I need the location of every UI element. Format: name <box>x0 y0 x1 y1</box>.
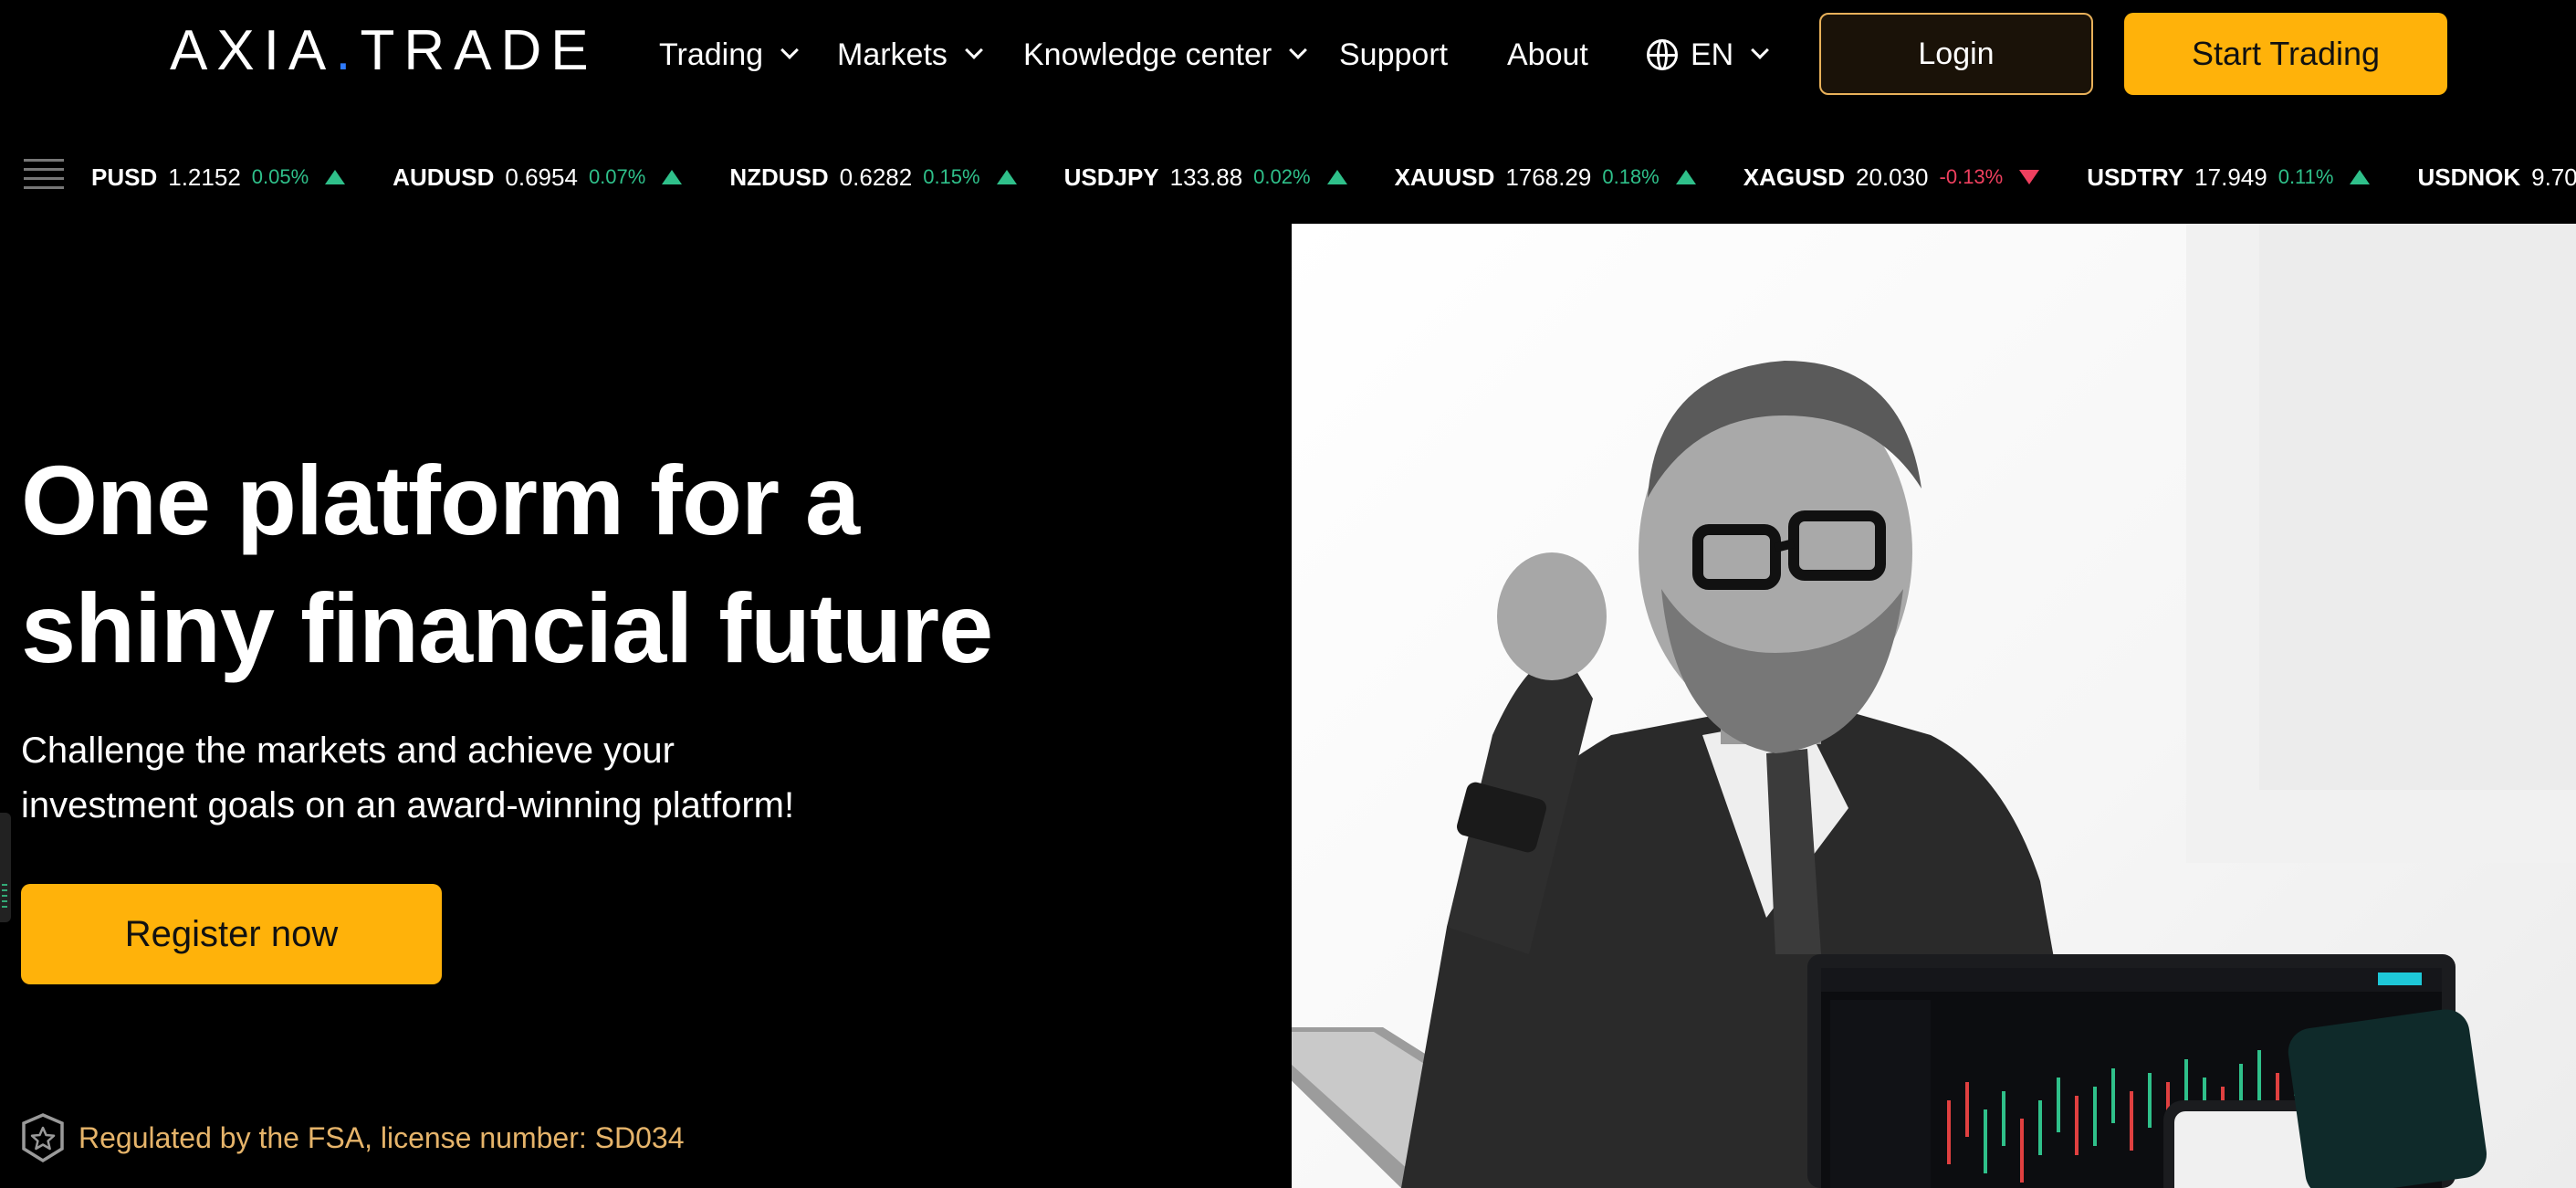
axia-trade-logo[interactable]: AXIA. TRADE <box>170 19 598 82</box>
nav-markets-label: Markets <box>837 37 948 72</box>
nav-markets[interactable]: Markets <box>837 27 983 82</box>
ticker-change: 0.07% <box>588 165 646 188</box>
ticker-symbol: USDNOK <box>2417 163 2521 191</box>
ticker-symbol: PUSD <box>91 163 158 191</box>
logo-text-part2: TRADE <box>360 19 598 82</box>
hero-subtitle: Challenge the markets and achieve your i… <box>21 723 934 833</box>
ticker-symbol: USDJPY <box>1063 163 1159 191</box>
regulation-notice: Regulated by the FSA, license number: SD… <box>20 1110 684 1165</box>
nav-trading[interactable]: Trading <box>659 27 799 82</box>
triangle-up-icon <box>996 170 1017 184</box>
logo-dot: . <box>335 19 361 82</box>
chevron-down-icon <box>1751 41 1770 59</box>
chevron-down-icon <box>1289 41 1308 59</box>
register-now-button[interactable]: Register now <box>21 884 442 984</box>
ticker-price: 0.6282 <box>839 163 913 191</box>
ticker-symbol: XAGUSD <box>1743 163 1845 191</box>
ticker-item[interactable]: USDJPY 133.88 0.02% <box>1064 163 1347 192</box>
regulation-text: Regulated by the FSA, license number: SD… <box>79 1120 685 1154</box>
ticker-price: 20.030 <box>1855 163 1929 191</box>
ticker-price: 1.2152 <box>168 163 241 191</box>
nav-trading-label: Trading <box>659 37 764 72</box>
chevron-down-icon <box>965 41 983 59</box>
language-selector[interactable]: EN <box>1647 27 1770 82</box>
ticker-item[interactable]: PUSD 1.2152 0.05% <box>91 163 346 192</box>
nav-support-label: Support <box>1339 37 1449 72</box>
hero-title-line1: One platform for a <box>21 445 860 555</box>
ticker-item[interactable]: XAGUSD 20.030 -0.13% <box>1744 163 2040 192</box>
ticker-item[interactable]: AUDUSD 0.6954 0.07% <box>393 163 683 192</box>
side-widget-tab[interactable] <box>0 813 11 922</box>
ticker-symbol: NZDUSD <box>729 163 829 191</box>
ticker-change: 0.05% <box>251 165 309 188</box>
ticker-change: 0.15% <box>923 165 980 188</box>
ticker-price: 0.6954 <box>505 163 578 191</box>
ticker-symbol: XAUUSD <box>1394 163 1495 191</box>
login-button[interactable]: Login <box>1819 13 2093 95</box>
shield-star-icon <box>22 1113 64 1163</box>
site-header: AXIA. TRADE Trading Markets Knowledge cen… <box>0 0 2576 110</box>
triangle-up-icon <box>662 170 683 184</box>
ticker-price: 9.7087 <box>2531 163 2576 191</box>
ticker-change: 0.11% <box>2278 165 2334 188</box>
triangle-down-icon <box>2019 170 2040 184</box>
nav-about[interactable]: About <box>1507 27 1588 82</box>
chevron-down-icon <box>780 41 799 59</box>
hero-title-line2: shiny financial future <box>21 573 993 683</box>
logo-text-part1: AXIA <box>170 19 336 82</box>
ticker-track: PUSD 1.2152 0.05% AUDUSD 0.6954 0.07% NZ… <box>91 137 2576 217</box>
menu-icon[interactable] <box>24 155 64 195</box>
price-ticker: PUSD 1.2152 0.05% AUDUSD 0.6954 0.07% NZ… <box>0 137 2576 217</box>
nav-about-label: About <box>1507 37 1588 72</box>
triangle-up-icon <box>2350 170 2371 184</box>
hero-illustration <box>1292 224 2576 1188</box>
ticker-change: -0.13% <box>1939 165 2004 188</box>
hero-subtitle-line2: investment goals on an award-winning pla… <box>21 785 795 825</box>
ticker-item[interactable]: NZDUSD 0.6282 0.15% <box>729 163 1017 192</box>
nav-knowledge-center[interactable]: Knowledge center <box>1023 27 1308 82</box>
nav-support[interactable]: Support <box>1339 27 1448 82</box>
language-label: EN <box>1691 37 1734 72</box>
globe-icon <box>1647 39 1678 70</box>
ticker-item[interactable]: USDNOK 9.7087 <box>2417 163 2576 192</box>
ticker-symbol: AUDUSD <box>393 163 495 191</box>
ticker-item[interactable]: USDTRY 17.949 0.11% <box>2087 163 2371 192</box>
ticker-item[interactable]: XAUUSD 1768.29 0.18% <box>1395 163 1696 192</box>
hero-subtitle-line1: Challenge the markets and achieve your <box>21 731 675 771</box>
ticker-price: 17.949 <box>2194 163 2267 191</box>
triangle-up-icon <box>1675 170 1696 184</box>
triangle-up-icon <box>1326 170 1347 184</box>
ticker-symbol: USDTRY <box>2087 163 2184 191</box>
hero-image <box>1292 224 2576 1188</box>
ticker-price: 1768.29 <box>1505 163 1592 191</box>
hero-title: One platform for a shiny financial futur… <box>21 436 1208 692</box>
ticker-change: 0.18% <box>1602 165 1660 188</box>
ticker-change: 0.02% <box>1253 165 1311 188</box>
nav-knowledge-center-label: Knowledge center <box>1023 37 1272 72</box>
triangle-up-icon <box>325 170 346 184</box>
ticker-price: 133.88 <box>1169 163 1243 191</box>
start-trading-button[interactable]: Start Trading <box>2124 13 2447 95</box>
